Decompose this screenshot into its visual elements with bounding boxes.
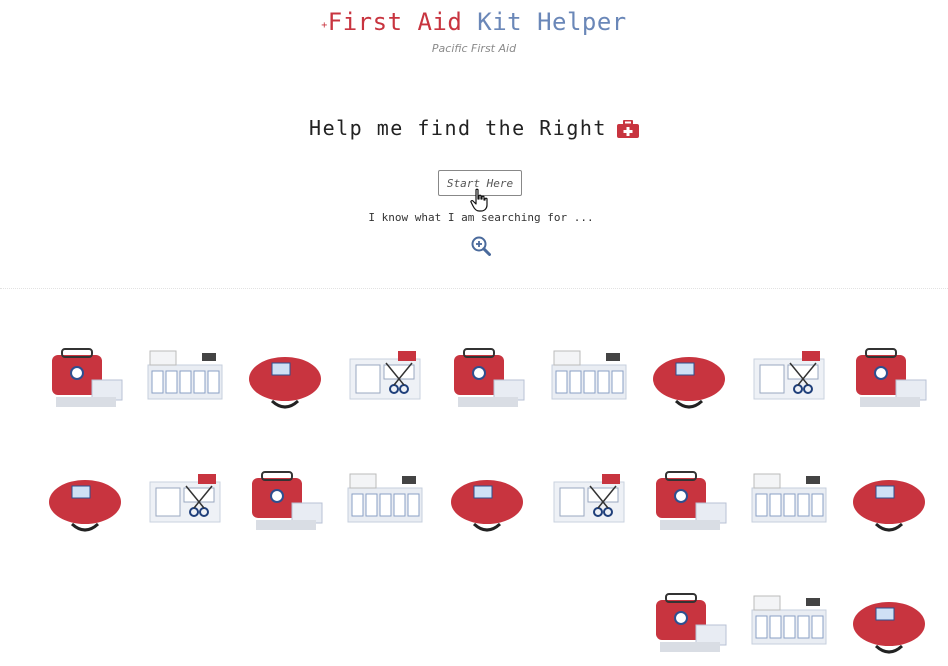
first-aid-kit-image (451, 480, 523, 532)
product-thumbnail[interactable] (746, 580, 832, 666)
first-aid-kit-image (249, 357, 321, 409)
product-thumbnail[interactable] (142, 335, 228, 421)
first-aid-kit-image (454, 348, 525, 407)
first-aid-kit-image (856, 348, 927, 407)
product-thumbnail[interactable] (846, 580, 932, 666)
first-aid-kit-image (49, 480, 121, 532)
product-thumbnail[interactable] (342, 458, 428, 544)
product-grid (0, 0, 948, 654)
product-thumbnail[interactable] (444, 335, 530, 421)
first-aid-kit-image (656, 593, 727, 652)
product-thumbnail[interactable] (646, 580, 732, 666)
first-aid-kit-image (751, 473, 827, 523)
first-aid-kit-image (147, 350, 223, 400)
first-aid-kit-image (853, 480, 925, 532)
product-thumbnail[interactable] (444, 458, 530, 544)
first-aid-kit-image (349, 351, 421, 400)
first-aid-kit-image (653, 357, 725, 409)
product-thumbnail[interactable] (242, 335, 328, 421)
first-aid-kit-image (753, 351, 825, 400)
first-aid-kit-image (656, 471, 727, 530)
product-thumbnail[interactable] (342, 335, 428, 421)
product-thumbnail[interactable] (846, 458, 932, 544)
first-aid-kit-image (149, 474, 221, 523)
product-thumbnail[interactable] (846, 335, 932, 421)
first-aid-kit-image (52, 348, 123, 407)
product-thumbnail[interactable] (42, 458, 128, 544)
first-aid-kit-image (347, 473, 423, 523)
product-thumbnail[interactable] (646, 335, 732, 421)
product-thumbnail[interactable] (142, 458, 228, 544)
product-thumbnail[interactable] (42, 335, 128, 421)
product-thumbnail[interactable] (646, 458, 732, 544)
product-thumbnail[interactable] (746, 458, 832, 544)
product-thumbnail[interactable] (746, 335, 832, 421)
product-thumbnail[interactable] (242, 458, 328, 544)
product-thumbnail[interactable] (546, 458, 632, 544)
first-aid-kit-image (252, 471, 323, 530)
first-aid-kit-image (553, 474, 625, 523)
product-thumbnail[interactable] (546, 335, 632, 421)
first-aid-kit-image (551, 350, 627, 400)
first-aid-kit-image (751, 595, 827, 645)
first-aid-kit-image (853, 602, 925, 654)
